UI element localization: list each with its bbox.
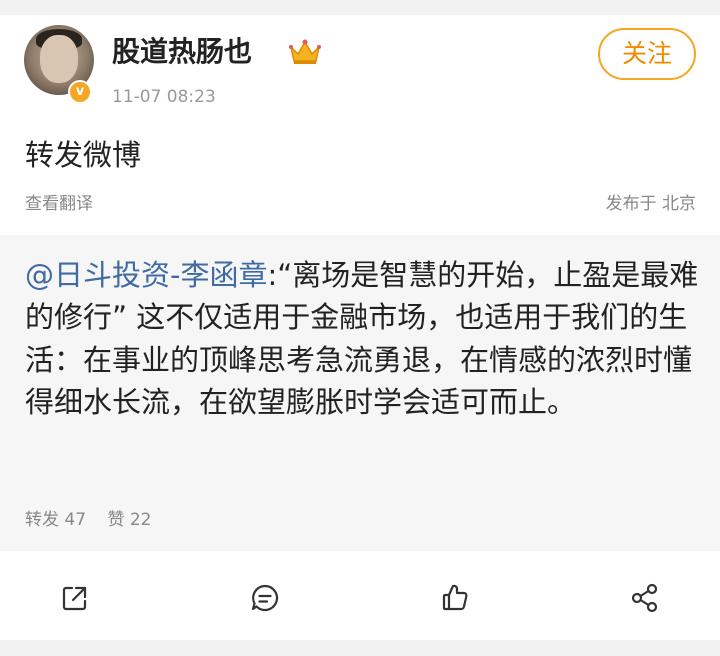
mention-link[interactable]: @日斗投资-李函章: [25, 258, 267, 292]
like-button[interactable]: [435, 578, 475, 618]
post-location: 发布于 北京: [605, 194, 696, 214]
share-icon: [631, 583, 658, 613]
like-icon: [442, 584, 468, 611]
like-count[interactable]: 赞 22: [107, 510, 151, 530]
post-text: 转发微博: [25, 138, 142, 172]
follow-button[interactable]: 关注: [598, 28, 696, 80]
avatar-face: [40, 35, 78, 83]
share-external-button[interactable]: [55, 578, 95, 618]
share-external-icon: [62, 586, 87, 611]
username[interactable]: 股道热肠也: [112, 34, 252, 70]
action-bar: [0, 552, 720, 640]
crown-icon: [289, 39, 321, 64]
verified-badge-icon: v: [68, 80, 92, 104]
repost-count[interactable]: 转发 47: [25, 510, 86, 530]
translate-link[interactable]: 查看翻译: [25, 192, 93, 216]
share-button[interactable]: [625, 578, 665, 618]
repost-stats: 转发 47 赞 22: [25, 508, 168, 532]
post-timestamp: 11-07 08:23: [112, 87, 216, 107]
comment-icon: [251, 584, 279, 612]
comment-button[interactable]: [245, 578, 285, 618]
repost-text: @日斗投资-李函章:“离场是智慧的开始，止盈是最难的修行” 这不仅适用于金融市场…: [25, 254, 705, 424]
